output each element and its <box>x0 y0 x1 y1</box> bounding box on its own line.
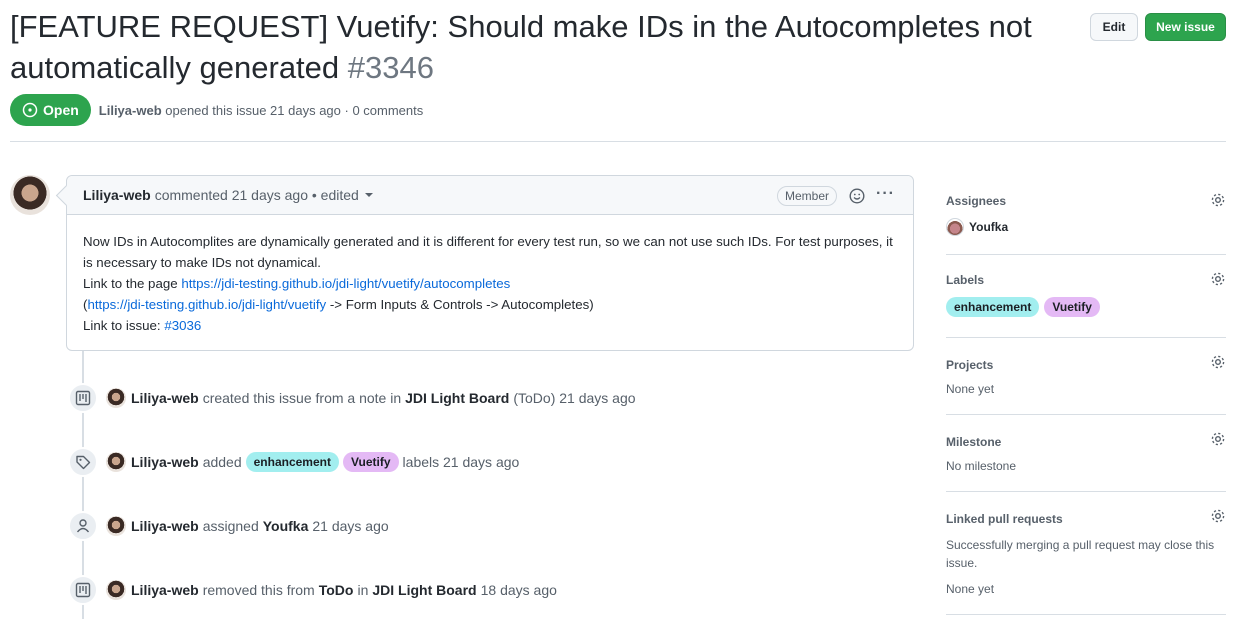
event-text: Liliya-web assigned Youfka 21 days ago <box>131 518 389 534</box>
avatar <box>946 218 964 236</box>
edit-button[interactable]: Edit <box>1090 13 1138 41</box>
comment-issue-line: Link to issue: #3036 <box>83 315 897 336</box>
comment-meta[interactable]: commented 21 days ago • edited <box>155 187 359 203</box>
tag-icon <box>68 447 98 477</box>
issue-sidebar: Assignees Youfka Labels enhancement Vuet… <box>946 178 1226 615</box>
sidebar-assignees: Assignees Youfka <box>946 178 1226 255</box>
timeline-event-assigned: Liliya-web assigned Youfka 21 days ago <box>68 511 389 541</box>
member-badge: Member <box>776 186 837 206</box>
event-time: labels 21 days ago <box>402 454 520 470</box>
link-prefix: Link to the page <box>83 276 182 291</box>
issue-title-text: [FEATURE REQUEST] Vuetify: Should make I… <box>10 9 1032 85</box>
comment-link-line: Link to the page https://jdi-testing.git… <box>83 273 897 294</box>
avatar[interactable] <box>106 516 126 536</box>
gear-icon[interactable] <box>1210 192 1226 208</box>
event-in: in <box>357 582 369 598</box>
project-link[interactable]: JDI Light Board <box>405 390 509 406</box>
person-icon <box>68 511 98 541</box>
event-text: Liliya-web removed this from ToDo in JDI… <box>131 582 557 598</box>
status-badge: Open <box>10 94 91 126</box>
assignee-item[interactable]: Youfka <box>946 218 1226 236</box>
new-issue-button[interactable]: New issue <box>1145 13 1226 41</box>
milestone-value: No milestone <box>946 459 1017 473</box>
header-divider <box>10 141 1226 142</box>
gear-icon[interactable] <box>1210 508 1226 524</box>
event-actor[interactable]: Liliya-web <box>131 582 199 598</box>
status-label: Open <box>43 102 79 118</box>
kebab-menu-icon[interactable]: ··· <box>876 185 895 203</box>
event-action: assigned <box>202 518 259 534</box>
event-actor[interactable]: Liliya-web <box>131 390 199 406</box>
timeline-event-labeled: Liliya-web added enhancement Vuetify lab… <box>68 447 519 477</box>
comment-author[interactable]: Liliya-web <box>83 187 151 203</box>
gear-icon[interactable] <box>1210 354 1226 370</box>
event-time: (ToDo) 21 days ago <box>513 390 636 406</box>
linked-prs-title[interactable]: Linked pull requests <box>946 512 1226 526</box>
event-actor[interactable]: Liliya-web <box>131 454 199 470</box>
linked-prs-value: None yet <box>946 582 995 596</box>
sidebar-linked-prs: Linked pull requests Successfully mergin… <box>946 492 1226 615</box>
assignee-link[interactable]: Youfka <box>263 518 309 534</box>
gear-icon[interactable] <box>1210 431 1226 447</box>
timeline-event-removed: Liliya-web removed this from ToDo in JDI… <box>68 575 557 605</box>
issue-title: [FEATURE REQUEST] Vuetify: Should make I… <box>10 6 1070 88</box>
autocompletes-link[interactable]: https://jdi-testing.github.io/jdi-light/… <box>181 276 510 291</box>
opened-text: opened this issue 21 days ago · 0 commen… <box>165 102 424 118</box>
timeline-event-created: Liliya-web created this issue from a not… <box>68 383 636 413</box>
avatar[interactable] <box>106 580 126 600</box>
opened-info: Liliya-web opened this issue 21 days ago… <box>99 103 423 118</box>
issue-opened-icon <box>22 102 38 118</box>
label-vuetify[interactable]: Vuetify <box>342 452 399 472</box>
comment-header: Liliya-web commented 21 days ago • edite… <box>67 176 913 215</box>
author-avatar[interactable] <box>10 175 50 215</box>
vuetify-link[interactable]: https://jdi-testing.github.io/jdi-light/… <box>87 297 326 312</box>
project-icon <box>68 575 98 605</box>
sidebar-labels: Labels enhancement Vuetify <box>946 255 1226 338</box>
linked-issue-link[interactable]: #3036 <box>164 318 201 333</box>
smiley-icon[interactable] <box>849 188 865 204</box>
issue-comment: Liliya-web commented 21 days ago • edite… <box>66 175 914 351</box>
chevron-down-icon[interactable] <box>364 193 373 197</box>
author-link[interactable]: Liliya-web <box>99 103 162 118</box>
event-action: removed this from <box>202 582 315 598</box>
project-icon <box>68 383 98 413</box>
projects-value: None yet <box>946 382 995 396</box>
issue-prefix: Link to issue: <box>83 318 165 333</box>
event-actor[interactable]: Liliya-web <box>131 518 199 534</box>
sidebar-milestone: Milestone No milestone <box>946 415 1226 492</box>
event-text: Liliya-web added enhancement Vuetify lab… <box>131 452 519 472</box>
label-enhancement[interactable]: enhancement <box>245 452 339 472</box>
assignees-title[interactable]: Assignees <box>946 194 1226 208</box>
comment-path-line: (https://jdi-testing.github.io/jdi-light… <box>83 294 897 315</box>
sidebar-projects: Projects None yet <box>946 338 1226 415</box>
label-vuetify[interactable]: Vuetify <box>1044 297 1100 317</box>
gear-icon[interactable] <box>1210 271 1226 287</box>
issue-number: #3346 <box>347 50 434 85</box>
comment-body: Now IDs in Autocomplites are dynamically… <box>67 215 913 352</box>
assignee-name: Youfka <box>969 220 1009 234</box>
avatar[interactable] <box>106 452 126 472</box>
event-time: 18 days ago <box>480 582 557 598</box>
issue-meta: Open Liliya-web opened this issue 21 day… <box>10 94 423 126</box>
labels-title[interactable]: Labels <box>946 273 1226 287</box>
event-time: 21 days ago <box>312 518 389 534</box>
event-action: added <box>202 454 242 470</box>
comment-paragraph: Now IDs in Autocomplites are dynamically… <box>83 234 893 270</box>
linked-prs-desc: Successfully merging a pull request may … <box>946 538 1215 570</box>
path-suffix: -> Form Inputs & Controls -> Autocomplet… <box>326 297 594 312</box>
event-action: created this issue from a note in <box>202 390 402 406</box>
milestone-title[interactable]: Milestone <box>946 435 1226 449</box>
column-link[interactable]: ToDo <box>319 582 354 598</box>
project-link[interactable]: JDI Light Board <box>372 582 476 598</box>
event-text: Liliya-web created this issue from a not… <box>131 390 636 406</box>
label-enhancement[interactable]: enhancement <box>946 297 1040 317</box>
projects-title[interactable]: Projects <box>946 358 1226 372</box>
avatar[interactable] <box>106 388 126 408</box>
